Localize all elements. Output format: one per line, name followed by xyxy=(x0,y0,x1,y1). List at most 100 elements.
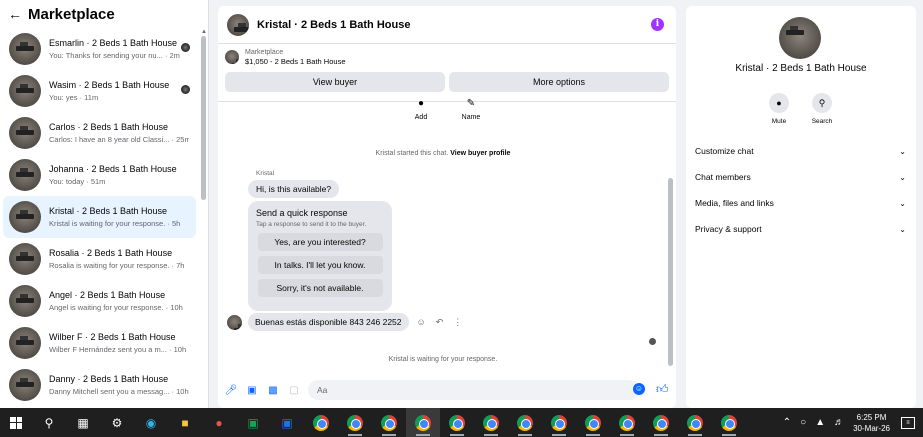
name-label: Name xyxy=(461,114,481,121)
chrome-icon[interactable] xyxy=(644,408,678,437)
read-receipt-avatar xyxy=(181,43,190,52)
conversation-preview: You: Thanks for sending your nu... · 2m xyxy=(49,51,180,60)
view-buyer-button[interactable]: View buyer xyxy=(225,72,445,92)
message-tools: ☺ ↶ ⋮ xyxy=(417,317,463,328)
profile-avatar[interactable] xyxy=(779,17,821,59)
messenger-app: ← Marketplace ▲ Esmarlin · 2 Beds 1 Bath… xyxy=(0,0,923,408)
chrome-icon[interactable] xyxy=(610,408,644,437)
conversation-item[interactable]: Johanna · 2 Beds 1 Bath House You: today … xyxy=(3,154,196,196)
thumbs-up-icon[interactable]: 👍︎ xyxy=(656,382,669,397)
quick-response-in-talks[interactable]: In talks. I'll let you know. xyxy=(257,256,383,274)
conversation-avatar xyxy=(9,159,41,191)
menu-chat-members[interactable]: Chat members ⌄ xyxy=(686,164,916,190)
app-icon[interactable]: ● xyxy=(202,408,236,437)
sender-avatar[interactable] xyxy=(227,314,242,330)
menu-media-files-links[interactable]: Media, files and links ⌄ xyxy=(686,190,916,216)
chrome-icon[interactable] xyxy=(712,408,746,437)
menu-privacy-support[interactable]: Privacy & support ⌄ xyxy=(686,216,916,242)
listing-thumbnail xyxy=(225,50,239,64)
chevron-up-icon[interactable]: ⌃ xyxy=(783,417,791,428)
view-buyer-profile-link[interactable]: View buyer profile xyxy=(450,150,510,157)
search-label: Search xyxy=(811,118,833,125)
mute-action[interactable]: ● Mute xyxy=(768,93,790,125)
conversation-avatar xyxy=(9,285,41,317)
conversation-item[interactable]: Angel · 2 Beds 1 Bath House Angel is wait… xyxy=(3,280,196,322)
react-emoji-icon[interactable]: ☺ xyxy=(417,317,426,328)
conversation-item[interactable]: Esmarlin · 2 Beds 1 Bath House You: Thank… xyxy=(3,28,196,70)
edge-browser-icon[interactable]: ◉ xyxy=(134,408,168,437)
search-icon: ⚲ xyxy=(812,93,832,113)
chrome-icon[interactable] xyxy=(508,408,542,437)
chevron-down-icon: ⌄ xyxy=(899,224,906,234)
chrome-icon[interactable] xyxy=(372,408,406,437)
sidebar-header: ← Marketplace xyxy=(0,0,208,28)
chrome-icon[interactable] xyxy=(576,408,610,437)
chat-header: Kristal · 2 Beds 1 Bath House xyxy=(218,6,676,44)
message-bubble[interactable]: Hi, is this available? xyxy=(248,180,340,198)
file-explorer-icon[interactable]: ■ xyxy=(168,408,202,437)
conversation-item[interactable]: Wasim · 2 Beds 1 Bath House You: yes · 11… xyxy=(3,70,196,112)
back-arrow-icon[interactable]: ← xyxy=(8,6,28,22)
chat-scrollbar[interactable] xyxy=(668,178,673,366)
chrome-icon[interactable] xyxy=(338,408,372,437)
conversation-avatar xyxy=(9,201,41,233)
conversation-item[interactable]: Carlos · 2 Beds 1 Bath House Carlos: I ha… xyxy=(3,112,196,154)
start-button[interactable] xyxy=(0,408,32,437)
outlook-icon[interactable]: ▣ xyxy=(270,408,304,437)
conversation-item[interactable]: Kristal · 2 Beds 1 Bath House Kristal is … xyxy=(3,196,196,238)
conversation-name: Wilber F · 2 Beds 1 Bath House xyxy=(49,332,176,342)
conversation-name: Wasim · 2 Beds 1 Bath House xyxy=(49,80,170,90)
task-view-icon[interactable]: ▦ xyxy=(66,408,100,437)
wifi-icon[interactable]: ▲ xyxy=(815,417,825,428)
name-action[interactable]: ✎ Name xyxy=(457,98,485,121)
search-action[interactable]: ⚲ Search xyxy=(811,93,833,125)
image-icon[interactable]: ▣ xyxy=(245,383,259,397)
sender-name: Kristal xyxy=(256,170,275,177)
chrome-icon[interactable] xyxy=(406,408,440,437)
add-action[interactable]: ● Add xyxy=(407,98,435,121)
chrome-icon[interactable] xyxy=(474,408,508,437)
message-bubble[interactable]: Buenas estás disponible 843 246 2252 xyxy=(248,313,409,331)
message-input[interactable]: Aa xyxy=(308,380,640,400)
profile-name: Kristal · 2 Beds 1 Bath House xyxy=(735,63,867,74)
chrome-icon[interactable] xyxy=(678,408,712,437)
gif-icon[interactable]: ▢ xyxy=(287,383,301,397)
conversation-item[interactable]: Danny · 2 Beds 1 Bath House Danny Mitchel… xyxy=(3,364,196,406)
quick-response-sorry[interactable]: Sorry, it's not available. xyxy=(257,279,383,297)
reply-icon[interactable]: ↶ xyxy=(436,317,444,328)
scroll-up-arrow-icon[interactable]: ▲ xyxy=(201,29,207,35)
volume-icon[interactable]: ♬ xyxy=(834,417,844,428)
microphone-icon[interactable]: 🎤︎ xyxy=(224,383,238,397)
menu-label: Media, files and links xyxy=(695,198,774,208)
listing-summary[interactable]: Marketplace $1,050 - 2 Beds 1 Bath House xyxy=(218,44,676,70)
conversation-name: Esmarlin · 2 Beds 1 Bath House xyxy=(49,38,178,48)
excel-icon[interactable]: ▣ xyxy=(236,408,270,437)
clock[interactable]: 6:25 PM 30-Mar-26 xyxy=(853,412,890,434)
pencil-icon: ✎ xyxy=(466,98,476,109)
info-icon[interactable]: i xyxy=(651,18,664,31)
notification-icon[interactable]: ≡ xyxy=(901,416,915,429)
quick-response-yes[interactable]: Yes, are you interested? xyxy=(257,233,383,251)
chrome-icon[interactable] xyxy=(440,408,474,437)
chat-avatar[interactable] xyxy=(227,13,249,36)
conversation-item[interactable]: Rosalia · 2 Beds 1 Bath House Rosalia is … xyxy=(3,238,196,280)
chat-started-text: Kristal started this chat. xyxy=(375,150,449,157)
conversation-preview: You: yes · 11m xyxy=(49,93,99,102)
sticker-icon[interactable]: ▩ xyxy=(266,383,280,397)
chrome-icon[interactable] xyxy=(304,408,338,437)
conversation-item[interactable]: Wilber F · 2 Beds 1 Bath House Wilber F H… xyxy=(3,322,196,364)
search-icon[interactable]: ⚲ xyxy=(32,408,66,437)
menu-customize-chat[interactable]: Customize chat ⌄ xyxy=(686,138,916,164)
more-vertical-icon[interactable]: ⋮ xyxy=(453,317,462,328)
message-composer: 🎤︎ ▣ ▩ ▢ Aa ☺ 👍︎ xyxy=(218,378,676,402)
conversation-preview: Rosalia is waiting for your response. · … xyxy=(49,261,185,270)
chrome-icon[interactable] xyxy=(542,408,576,437)
sidebar-scrollbar[interactable] xyxy=(201,36,206,200)
more-options-button[interactable]: More options xyxy=(449,72,669,92)
settings-gear-icon[interactable]: ⚙ xyxy=(100,408,134,437)
conversation-name: Rosalia · 2 Beds 1 Bath House xyxy=(49,248,173,258)
network-icon[interactable]: ○ xyxy=(800,417,806,428)
emoji-icon[interactable]: ☺ xyxy=(633,383,645,395)
chat-title[interactable]: Kristal · 2 Beds 1 Bath House xyxy=(257,19,410,31)
menu-label: Customize chat xyxy=(695,146,754,156)
